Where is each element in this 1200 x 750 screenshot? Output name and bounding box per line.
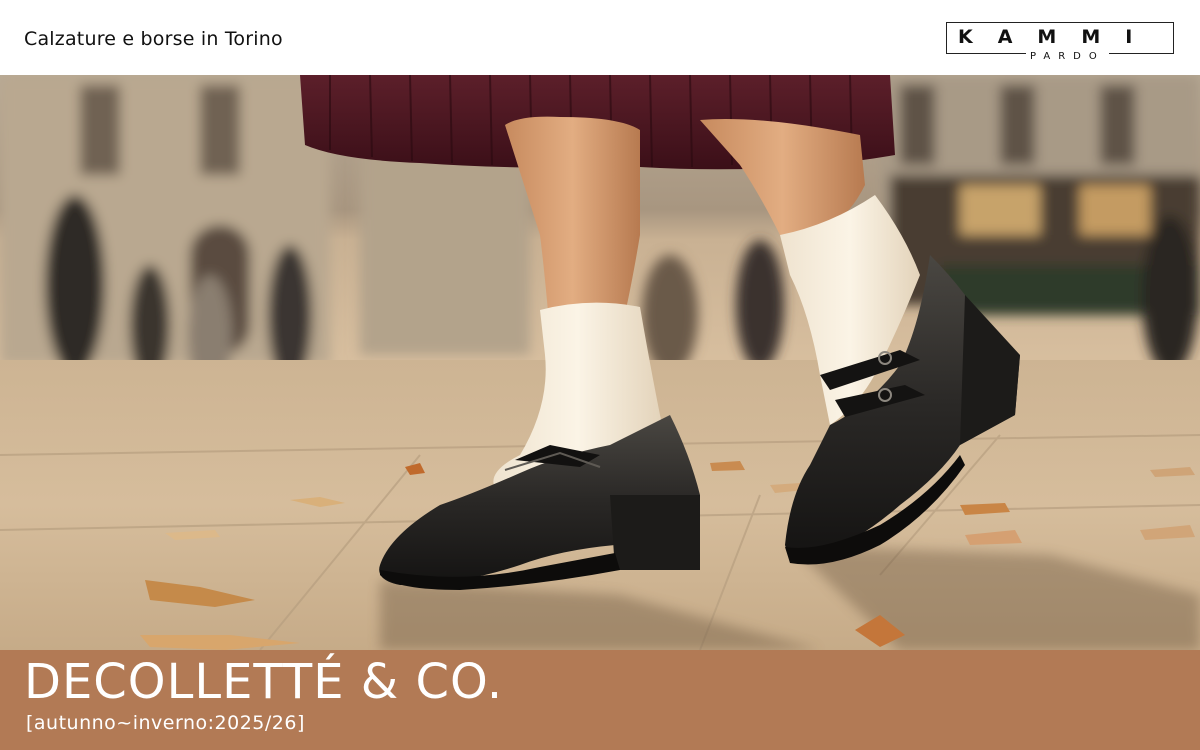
brand-logo[interactable]: KAMMI PARDO	[946, 22, 1174, 62]
logo-wordmark: KAMMI	[958, 26, 1158, 48]
collection-season: [autunno~inverno:2025/26]	[26, 712, 305, 734]
logo-subtitle: PARDO	[1026, 52, 1109, 62]
tagline: Calzature e borse in Torino	[24, 28, 283, 50]
collection-banner: DECOLLETTÉ & CO. [autunno~inverno:2025/2…	[0, 650, 1200, 750]
hero-photo-illustration	[0, 75, 1200, 650]
collection-title: DECOLLETTÉ & CO.	[24, 654, 504, 710]
header: Calzature e borse in Torino KAMMI PARDO	[0, 0, 1200, 75]
hero-photo	[0, 75, 1200, 650]
page: Calzature e borse in Torino KAMMI PARDO	[0, 0, 1200, 750]
